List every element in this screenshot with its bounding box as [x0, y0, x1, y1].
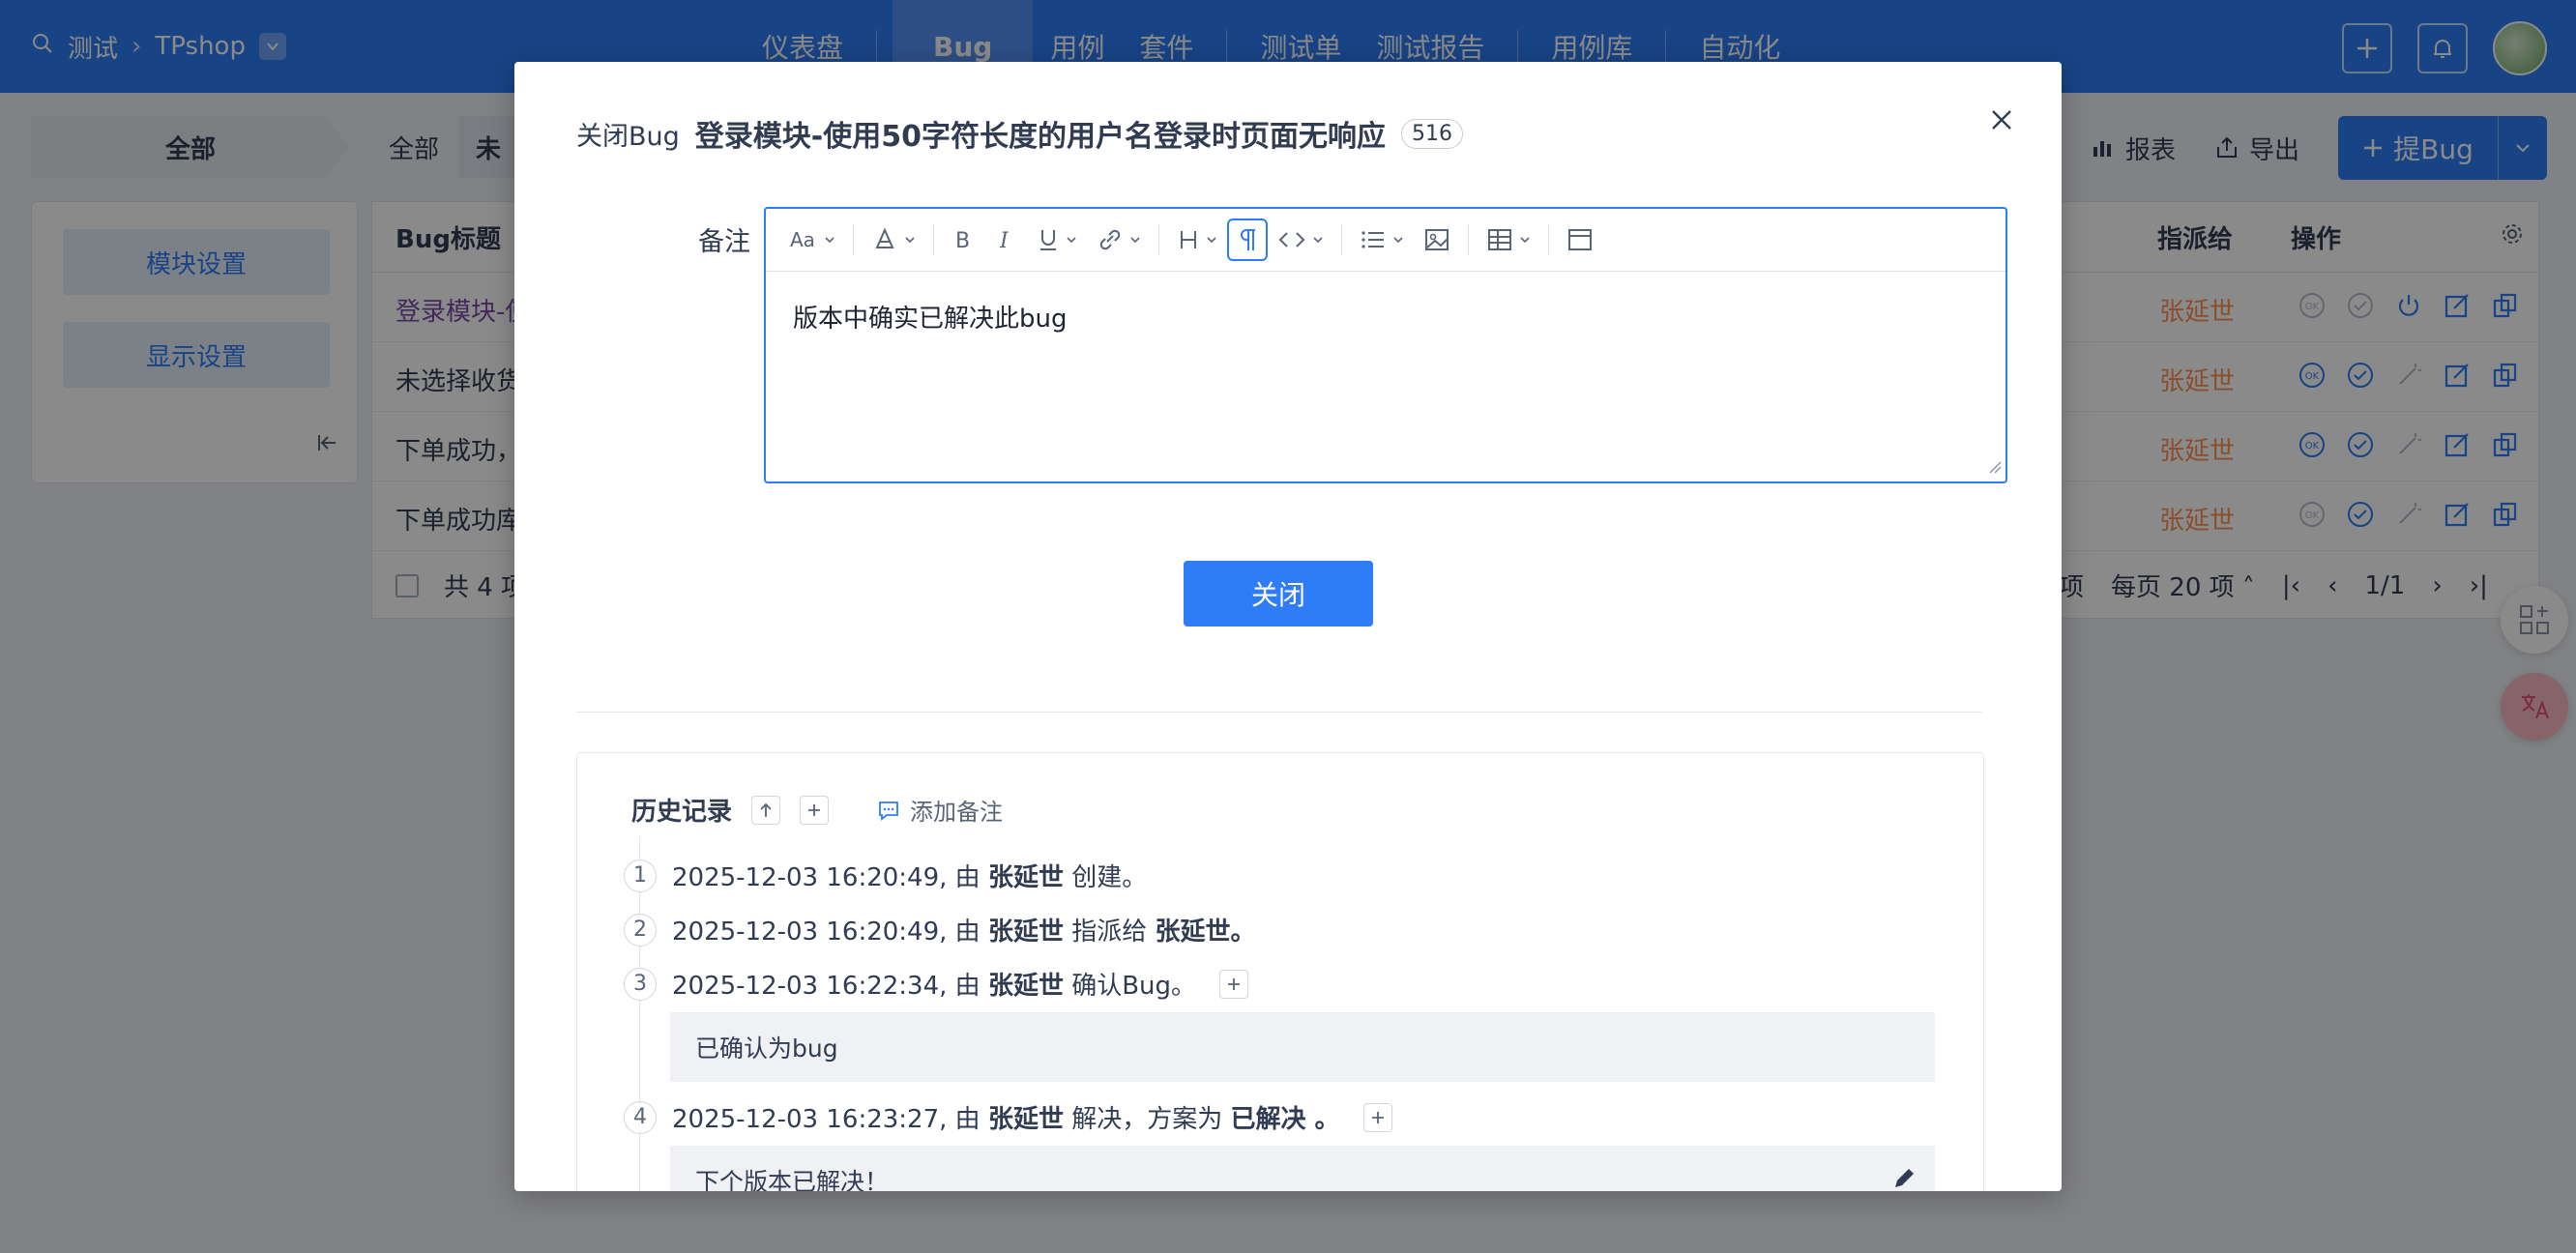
entry-user: 张延世 — [987, 918, 1064, 947]
chevron-down-icon — [905, 237, 915, 244]
arrow-up-icon — [760, 802, 772, 817]
entry-target: 张延世。 — [1155, 918, 1256, 947]
history-entry: 1 2025-12-03 16:20:49, 由 张延世 创建。 — [624, 858, 1147, 893]
add-note-label: 添加备注 — [910, 799, 1004, 826]
highlighter-icon — [875, 227, 894, 248]
pilcrow-icon — [1241, 229, 1255, 250]
font-icon: Aa — [790, 228, 815, 251]
entry-user: 张延世 — [987, 1105, 1064, 1134]
editor-toolbar: Aa B I — [766, 209, 2005, 272]
underline-dropdown[interactable] — [1027, 219, 1087, 261]
bold-button[interactable]: B — [942, 219, 984, 261]
entry-number: 3 — [624, 967, 657, 1001]
remark-editor[interactable]: Aa B I 版本中确实已解决此bug — [764, 207, 2007, 483]
italic-icon: I — [999, 229, 1010, 252]
italic-button[interactable]: I — [984, 219, 1027, 261]
bullet-list-icon — [1361, 231, 1384, 248]
toolbar-divider — [933, 224, 934, 255]
history-title: 历史记录 — [631, 798, 733, 827]
code-dropdown[interactable] — [1268, 219, 1333, 261]
link-icon — [1099, 229, 1121, 250]
entry-action: 解决，方案为 — [1071, 1105, 1223, 1134]
entry-action: 创建。 — [1071, 863, 1148, 892]
code-icon — [1278, 232, 1305, 248]
expand-entry-button[interactable] — [1362, 1102, 1392, 1132]
chevron-down-icon — [1520, 237, 1530, 244]
entry-number: 4 — [624, 1100, 657, 1134]
paragraph-button[interactable] — [1227, 219, 1268, 261]
heading-dropdown[interactable] — [1167, 219, 1227, 261]
history-header: 历史记录 添加备注 — [631, 792, 1003, 828]
underline-icon — [1040, 230, 1056, 250]
chevron-down-icon — [1393, 237, 1403, 244]
chevron-down-icon — [1130, 237, 1140, 244]
toolbar-divider — [1341, 224, 1342, 255]
close-bug-submit-button[interactable]: 关闭 — [1184, 561, 1373, 626]
layout-button[interactable] — [1557, 219, 1603, 261]
bug-id-badge: 516 — [1400, 118, 1463, 149]
heading-icon — [1181, 231, 1196, 248]
entry-time: 2025-12-03 16:20:49, 由 — [672, 918, 981, 947]
expand-all-button[interactable] — [800, 795, 830, 825]
entry-target: 已解决 。 — [1230, 1105, 1340, 1134]
modal-header: 关闭Bug 登录模块-使用50字符长度的用户名登录时页面无响应 516 — [576, 112, 1463, 155]
section-divider — [576, 712, 1982, 713]
chevron-down-icon — [1207, 237, 1216, 244]
close-icon[interactable] — [1980, 99, 2023, 141]
toolbar-divider — [1158, 224, 1159, 255]
add-note-button[interactable]: 添加备注 — [877, 793, 1003, 827]
svg-text:I: I — [999, 229, 1010, 252]
toolbar-divider — [1548, 224, 1549, 255]
image-button[interactable] — [1414, 219, 1460, 261]
modal-type-label: 关闭Bug — [576, 121, 680, 152]
entry-user: 张延世 — [987, 863, 1064, 892]
remark-text[interactable]: 版本中确实已解决此bug — [766, 272, 2005, 362]
sort-button[interactable] — [751, 795, 781, 825]
entry-user: 张延世 — [987, 972, 1064, 1001]
bug-title: 登录模块-使用50字符长度的用户名登录时页面无响应 — [694, 120, 1386, 154]
history-entry: 4 2025-12-03 16:23:27, 由 张延世 解决，方案为 已解决 … — [624, 1099, 1392, 1135]
image-icon — [1425, 229, 1449, 250]
list-dropdown[interactable] — [1350, 219, 1414, 261]
bold-icon: B — [955, 229, 970, 252]
history-entry: 2 2025-12-03 16:20:49, 由 张延世 指派给 张延世。 — [624, 912, 1256, 947]
resize-handle-icon[interactable] — [1986, 458, 2002, 478]
entry-action: 确认Bug。 — [1071, 972, 1197, 1001]
svg-text:Aa: Aa — [790, 228, 815, 251]
chevron-down-icon — [1067, 237, 1076, 244]
entry-number: 2 — [624, 913, 657, 947]
close-bug-modal: 关闭Bug 登录模块-使用50字符长度的用户名登录时页面无响应 516 备注 A… — [514, 62, 2062, 1191]
entry-action: 指派给 — [1071, 918, 1148, 947]
toolbar-divider — [853, 224, 854, 255]
entry-comment: 下个版本已解决！ — [670, 1146, 1935, 1191]
expand-entry-button[interactable] — [1219, 969, 1249, 999]
plus-icon — [808, 803, 821, 816]
svg-text:B: B — [955, 229, 970, 252]
toolbar-divider — [1468, 224, 1469, 255]
history-panel: 历史记录 添加备注 1 2025-12-03 16:20:49, 由 张延世 创… — [576, 752, 1984, 1191]
entry-time: 2025-12-03 16:22:34, 由 — [672, 972, 981, 1001]
history-entry: 3 2025-12-03 16:22:34, 由 张延世 确认Bug。 — [624, 966, 1249, 1002]
entry-comment: 已确认为bug — [670, 1012, 1935, 1082]
chevron-down-icon — [1313, 237, 1323, 244]
table-icon — [1488, 229, 1511, 250]
remark-label: 备注 — [698, 227, 750, 257]
font-size-dropdown[interactable]: Aa — [779, 219, 845, 261]
link-dropdown[interactable] — [1087, 219, 1151, 261]
plus-icon — [1371, 1111, 1384, 1123]
highlight-dropdown[interactable] — [862, 219, 925, 261]
layout-icon — [1568, 229, 1592, 250]
entry-comment-text: 下个版本已解决！ — [695, 1168, 890, 1191]
pencil-icon[interactable] — [1890, 1165, 1917, 1191]
entry-time: 2025-12-03 16:23:27, 由 — [672, 1105, 981, 1134]
entry-number: 1 — [624, 859, 657, 892]
table-dropdown[interactable] — [1477, 219, 1540, 261]
entry-time: 2025-12-03 16:20:49, 由 — [672, 863, 981, 892]
plus-icon — [1228, 977, 1241, 990]
comment-icon — [879, 801, 898, 821]
chevron-down-icon — [825, 237, 834, 244]
